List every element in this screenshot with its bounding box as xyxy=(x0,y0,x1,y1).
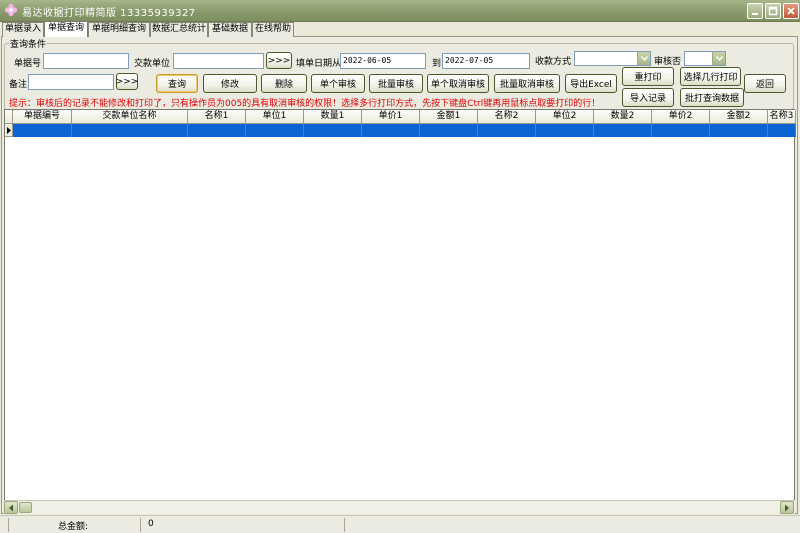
table-cell[interactable] xyxy=(420,124,478,137)
edit-button[interactable]: 修改 xyxy=(203,74,257,93)
remark-label: 备注 xyxy=(9,80,28,90)
maximize-icon xyxy=(768,6,778,16)
col-header[interactable]: 金额2 xyxy=(710,110,768,124)
total-amount-value: 0 xyxy=(148,519,154,529)
remark-input[interactable] xyxy=(28,74,114,90)
scroll-right-button[interactable] xyxy=(780,501,794,514)
batch-print-query-button[interactable]: 批打查询数据 xyxy=(680,88,744,107)
table-cell[interactable] xyxy=(594,124,652,137)
col-header[interactable]: 单价1 xyxy=(362,110,420,124)
payer-browse-button[interactable]: >>> xyxy=(266,52,292,69)
pay-method-label: 收款方式 xyxy=(535,57,572,67)
status-divider xyxy=(344,518,345,532)
grid-corner xyxy=(5,110,13,124)
tab-online-help[interactable]: 在线帮助 xyxy=(252,22,294,37)
payer-input[interactable] xyxy=(173,53,264,69)
col-header[interactable]: 金额1 xyxy=(420,110,478,124)
delete-button[interactable]: 删除 xyxy=(261,74,307,93)
col-header[interactable]: 名称3 xyxy=(768,110,796,124)
table-cell[interactable] xyxy=(768,124,796,137)
table-cell[interactable] xyxy=(188,124,246,137)
table-row[interactable] xyxy=(5,124,796,137)
status-divider xyxy=(140,518,141,532)
doc-no-input[interactable] xyxy=(43,53,129,69)
import-records-button[interactable]: 导入记录 xyxy=(622,88,674,107)
back-button[interactable]: 返回 xyxy=(744,74,786,93)
hint-text: 提示：审核后的记录不能修改和打印了，只有操作员为005的具有取消审核的权限！选择… xyxy=(9,99,601,109)
table-cell[interactable] xyxy=(246,124,304,137)
tab-strip: 单据录入 单据查询 单据明细查询 数据汇总统计 基础数据 在线帮助 xyxy=(0,21,800,37)
payer-browse-label: >>> xyxy=(267,55,291,66)
col-header[interactable]: 单据编号 xyxy=(13,110,72,124)
row-indicator xyxy=(5,124,13,137)
chevron-down-icon xyxy=(712,52,725,65)
minimize-button[interactable] xyxy=(747,3,763,19)
col-header[interactable]: 数量1 xyxy=(304,110,362,124)
col-header[interactable]: 数量2 xyxy=(594,110,652,124)
arrow-left-icon xyxy=(9,504,13,511)
col-header[interactable]: 单价2 xyxy=(652,110,710,124)
close-icon xyxy=(787,7,795,15)
date-to-input[interactable]: 2022-07-05 xyxy=(442,53,530,69)
table-cell[interactable] xyxy=(13,124,72,137)
app-flower-icon xyxy=(4,3,18,17)
audit-label: 审核否 xyxy=(654,57,682,67)
batch-unaudit-button[interactable]: 批量取消审核 xyxy=(494,74,560,93)
reprint-button[interactable]: 重打印 xyxy=(622,67,674,86)
payer-label: 交款单位 xyxy=(134,59,171,69)
table-cell[interactable] xyxy=(362,124,420,137)
date-to-label: 到 xyxy=(432,59,442,69)
chevron-down-icon xyxy=(637,52,650,65)
pay-method-select[interactable] xyxy=(574,51,651,66)
arrow-right-icon xyxy=(785,504,789,511)
col-header[interactable]: 交款单位名称 xyxy=(72,110,188,124)
minimize-icon xyxy=(752,13,758,15)
export-excel-button[interactable]: 导出Excel xyxy=(565,74,617,93)
audit-select[interactable] xyxy=(684,51,726,66)
status-divider xyxy=(8,518,9,532)
single-unaudit-button[interactable]: 单个取消审核 xyxy=(427,74,489,93)
horizontal-scrollbar[interactable] xyxy=(4,500,795,514)
col-header[interactable]: 名称1 xyxy=(188,110,246,124)
maximize-button[interactable] xyxy=(765,3,781,19)
tab-basic-data[interactable]: 基础数据 xyxy=(208,22,252,37)
scroll-left-button[interactable] xyxy=(4,501,18,514)
tab-detail-query[interactable]: 单据明细查询 xyxy=(88,22,150,37)
date-from-input[interactable]: 2022-06-05 xyxy=(340,53,426,69)
row-pointer-icon xyxy=(7,127,11,134)
table-cell[interactable] xyxy=(304,124,362,137)
col-header[interactable]: 单位1 xyxy=(246,110,304,124)
col-header[interactable]: 单位2 xyxy=(536,110,594,124)
table-cell[interactable] xyxy=(72,124,188,137)
batch-audit-button[interactable]: 批量审核 xyxy=(369,74,423,93)
total-amount-label: 总金额: xyxy=(58,522,89,532)
title-bar: 易达收据打印精简版 13335939327 xyxy=(0,0,800,22)
table-cell[interactable] xyxy=(710,124,768,137)
doc-no-label: 单据号 xyxy=(14,59,42,69)
close-button[interactable] xyxy=(783,3,799,19)
window-title: 易达收据打印精简版 13335939327 xyxy=(22,8,196,19)
query-group-title: 查询条件 xyxy=(9,37,48,50)
table-cell[interactable] xyxy=(536,124,594,137)
tab-query[interactable]: 单据查询 xyxy=(44,21,88,37)
search-button[interactable]: 查询 xyxy=(156,74,198,93)
table-cell[interactable] xyxy=(478,124,536,137)
data-grid[interactable]: 单据编号 交款单位名称 名称1 单位1 数量1 单价1 金额1 名称2 单位2 … xyxy=(4,109,796,514)
tab-summary[interactable]: 数据汇总统计 xyxy=(150,22,208,37)
grid-header: 单据编号 交款单位名称 名称1 单位1 数量1 单价1 金额1 名称2 单位2 … xyxy=(5,110,796,124)
select-rows-print-button[interactable]: 选择几行打印 xyxy=(680,67,741,86)
scroll-thumb[interactable] xyxy=(19,502,32,513)
table-cell[interactable] xyxy=(652,124,710,137)
status-bar: 总金额: 0 xyxy=(0,515,800,533)
single-audit-button[interactable]: 单个审核 xyxy=(311,74,365,93)
remark-browse-button[interactable]: >>> xyxy=(116,73,138,90)
tab-entry[interactable]: 单据录入 xyxy=(2,22,44,37)
remark-browse-label: >>> xyxy=(115,76,139,87)
date-from-label: 填单日期从 xyxy=(296,59,342,69)
col-header[interactable]: 名称2 xyxy=(478,110,536,124)
